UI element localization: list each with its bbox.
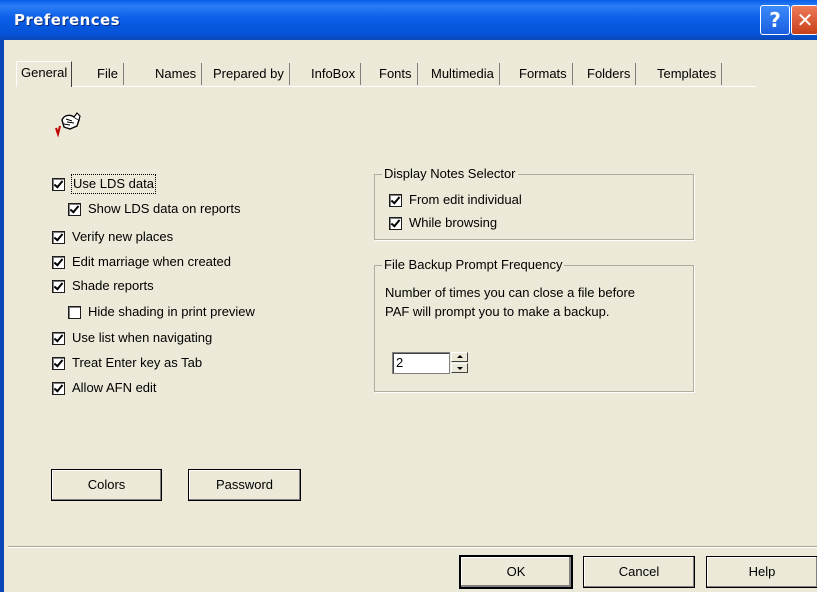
help-button[interactable]: Help	[706, 556, 817, 588]
window-frame	[0, 40, 4, 592]
ok-button[interactable]: OK	[459, 555, 573, 589]
tab-folders[interactable]: Folders	[582, 63, 637, 85]
checkbox-box[interactable]	[52, 178, 65, 191]
checkbox-box[interactable]	[68, 306, 81, 319]
backup-frequency-legend: File Backup Prompt Frequency	[382, 257, 565, 273]
backup-description-line1: Number of times you can close a file bef…	[385, 285, 636, 300]
title-bar[interactable]: Preferences ? ✕	[0, 0, 817, 40]
shade-reports-label: Shade reports	[72, 278, 154, 293]
tab-prepared-by[interactable]: Prepared by	[208, 63, 290, 85]
checkbox-box[interactable]	[52, 357, 65, 370]
verify-new-places-label: Verify new places	[72, 229, 174, 244]
tab-templates[interactable]: Templates	[652, 63, 723, 85]
display-notes-legend: Display Notes Selector	[382, 166, 518, 182]
backup-frequency-input[interactable]: 2	[392, 352, 450, 374]
colors-button[interactable]: Colors	[51, 469, 162, 501]
checkbox-box[interactable]	[52, 231, 65, 244]
tab-strip: General File Names Prepared by InfoBox F…	[16, 61, 756, 87]
preferences-dialog: Preferences ? ✕ General File Names Prepa…	[0, 0, 817, 592]
window-title: Preferences	[14, 11, 120, 29]
hide-shading-label: Hide shading in print preview	[88, 304, 255, 319]
password-button[interactable]: Password	[188, 469, 301, 501]
tab-fonts[interactable]: Fonts	[374, 63, 418, 85]
checkbox-box[interactable]	[68, 203, 81, 216]
checkbox-box[interactable]	[52, 332, 65, 345]
tab-general[interactable]: General	[16, 61, 73, 87]
tab-names[interactable]: Names	[150, 63, 203, 85]
checkbox-box[interactable]	[389, 194, 402, 207]
use-list-navigating-label: Use list when navigating	[72, 330, 213, 345]
checkbox-box[interactable]	[389, 217, 402, 230]
from-edit-individual-label: From edit individual	[409, 192, 522, 207]
display-notes-group: Display Notes Selector From edit individ…	[374, 166, 694, 240]
checkbox-box[interactable]	[52, 256, 65, 269]
cancel-button[interactable]: Cancel	[583, 556, 695, 588]
use-lds-data-label: Use LDS data	[71, 174, 156, 194]
footer-divider	[8, 546, 817, 547]
tab-infobox[interactable]: InfoBox	[306, 63, 362, 85]
spin-up-arrow-icon[interactable]	[451, 352, 468, 362]
help-title-button[interactable]: ?	[760, 5, 790, 35]
close-button[interactable]: ✕	[791, 5, 817, 35]
spin-down-arrow-icon[interactable]	[451, 363, 468, 373]
backup-description-line2: PAF will prompt you to make a backup.	[385, 304, 610, 319]
backup-frequency-spinner[interactable]	[451, 352, 469, 374]
tab-file[interactable]: File	[92, 63, 124, 85]
paf-hand-icon	[55, 112, 81, 138]
while-browsing-label: While browsing	[409, 215, 498, 230]
tab-panel-border	[16, 86, 756, 87]
backup-description: Number of times you can close a file bef…	[385, 283, 635, 321]
tab-formats[interactable]: Formats	[514, 63, 573, 85]
show-lds-on-reports-label: Show LDS data on reports	[88, 201, 241, 216]
checkbox-box[interactable]	[52, 382, 65, 395]
checkbox-box[interactable]	[52, 280, 65, 293]
edit-marriage-label: Edit marriage when created	[72, 254, 231, 269]
treat-enter-as-tab-label: Treat Enter key as Tab	[72, 355, 203, 370]
tab-multimedia[interactable]: Multimedia	[426, 63, 500, 85]
allow-afn-edit-label: Allow AFN edit	[72, 380, 157, 395]
